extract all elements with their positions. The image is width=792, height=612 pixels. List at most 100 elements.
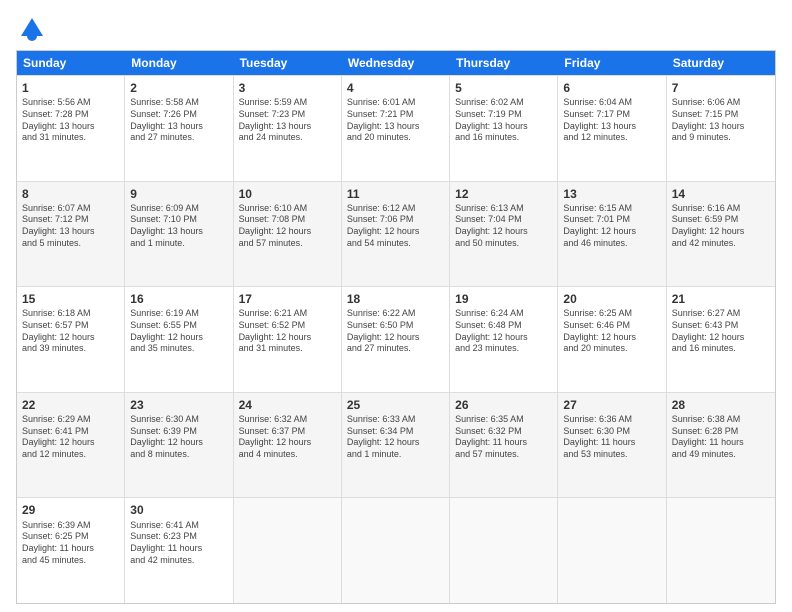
empty-cell <box>558 498 666 603</box>
day-number: 29 <box>22 502 119 518</box>
day-number: 23 <box>130 397 227 413</box>
day-info: Sunrise: 6:07 AM Sunset: 7:12 PM Dayligh… <box>22 203 119 250</box>
day-number: 7 <box>672 80 770 96</box>
day-cell-5: 5Sunrise: 6:02 AM Sunset: 7:19 PM Daylig… <box>450 76 558 181</box>
day-number: 17 <box>239 291 336 307</box>
day-info: Sunrise: 6:06 AM Sunset: 7:15 PM Dayligh… <box>672 97 770 144</box>
calendar-row-2: 15Sunrise: 6:18 AM Sunset: 6:57 PM Dayli… <box>17 286 775 392</box>
day-number: 16 <box>130 291 227 307</box>
day-number: 10 <box>239 186 336 202</box>
day-cell-6: 6Sunrise: 6:04 AM Sunset: 7:17 PM Daylig… <box>558 76 666 181</box>
day-number: 12 <box>455 186 552 202</box>
day-number: 28 <box>672 397 770 413</box>
weekday-header-wednesday: Wednesday <box>342 51 450 75</box>
day-cell-14: 14Sunrise: 6:16 AM Sunset: 6:59 PM Dayli… <box>667 182 775 287</box>
day-info: Sunrise: 6:30 AM Sunset: 6:39 PM Dayligh… <box>130 414 227 461</box>
calendar-row-3: 22Sunrise: 6:29 AM Sunset: 6:41 PM Dayli… <box>17 392 775 498</box>
day-cell-15: 15Sunrise: 6:18 AM Sunset: 6:57 PM Dayli… <box>17 287 125 392</box>
header <box>16 16 776 42</box>
day-number: 18 <box>347 291 444 307</box>
day-info: Sunrise: 6:35 AM Sunset: 6:32 PM Dayligh… <box>455 414 552 461</box>
calendar: SundayMondayTuesdayWednesdayThursdayFrid… <box>16 50 776 604</box>
day-cell-22: 22Sunrise: 6:29 AM Sunset: 6:41 PM Dayli… <box>17 393 125 498</box>
day-cell-30: 30 Sunrise: 6:41 AM Sunset: 6:23 PM Dayli… <box>125 498 233 603</box>
day-cell-18: 18Sunrise: 6:22 AM Sunset: 6:50 PM Dayli… <box>342 287 450 392</box>
day-info: Sunrise: 6:36 AM Sunset: 6:30 PM Dayligh… <box>563 414 660 461</box>
day-number: 4 <box>347 80 444 96</box>
day-number: 22 <box>22 397 119 413</box>
day-number: 24 <box>239 397 336 413</box>
day-number: 5 <box>455 80 552 96</box>
weekday-header-friday: Friday <box>558 51 666 75</box>
day-info: Sunrise: 6:16 AM Sunset: 6:59 PM Dayligh… <box>672 203 770 250</box>
day-info: Sunrise: 5:58 AM Sunset: 7:26 PM Dayligh… <box>130 97 227 144</box>
day-number: 6 <box>563 80 660 96</box>
day-cell-4: 4Sunrise: 6:01 AM Sunset: 7:21 PM Daylig… <box>342 76 450 181</box>
day-number: 19 <box>455 291 552 307</box>
day-cell-21: 21Sunrise: 6:27 AM Sunset: 6:43 PM Dayli… <box>667 287 775 392</box>
day-cell-3: 3Sunrise: 5:59 AM Sunset: 7:23 PM Daylig… <box>234 76 342 181</box>
day-info: Sunrise: 6:21 AM Sunset: 6:52 PM Dayligh… <box>239 308 336 355</box>
day-cell-12: 12Sunrise: 6:13 AM Sunset: 7:04 PM Dayli… <box>450 182 558 287</box>
day-number: 8 <box>22 186 119 202</box>
logo <box>16 16 45 42</box>
day-number: 3 <box>239 80 336 96</box>
day-number: 2 <box>130 80 227 96</box>
day-cell-13: 13Sunrise: 6:15 AM Sunset: 7:01 PM Dayli… <box>558 182 666 287</box>
day-number: 1 <box>22 80 119 96</box>
day-info: Sunrise: 6:27 AM Sunset: 6:43 PM Dayligh… <box>672 308 770 355</box>
calendar-row-4: 29Sunrise: 6:39 AM Sunset: 6:25 PM Dayli… <box>17 497 775 603</box>
day-info: Sunrise: 6:19 AM Sunset: 6:55 PM Dayligh… <box>130 308 227 355</box>
day-info: Sunrise: 6:04 AM Sunset: 7:17 PM Dayligh… <box>563 97 660 144</box>
day-number: 9 <box>130 186 227 202</box>
day-cell-24: 24Sunrise: 6:32 AM Sunset: 6:37 PM Dayli… <box>234 393 342 498</box>
day-info: Sunrise: 6:09 AM Sunset: 7:10 PM Dayligh… <box>130 203 227 250</box>
day-number: 13 <box>563 186 660 202</box>
day-info: Sunrise: 6:22 AM Sunset: 6:50 PM Dayligh… <box>347 308 444 355</box>
calendar-row-1: 8Sunrise: 6:07 AM Sunset: 7:12 PM Daylig… <box>17 181 775 287</box>
day-cell-1: 1Sunrise: 5:56 AM Sunset: 7:28 PM Daylig… <box>17 76 125 181</box>
day-info: Sunrise: 6:02 AM Sunset: 7:19 PM Dayligh… <box>455 97 552 144</box>
weekday-header-saturday: Saturday <box>667 51 775 75</box>
day-info: Sunrise: 6:18 AM Sunset: 6:57 PM Dayligh… <box>22 308 119 355</box>
empty-cell <box>234 498 342 603</box>
calendar-header: SundayMondayTuesdayWednesdayThursdayFrid… <box>17 51 775 75</box>
day-number: 15 <box>22 291 119 307</box>
weekday-header-thursday: Thursday <box>450 51 558 75</box>
day-info: Sunrise: 6:01 AM Sunset: 7:21 PM Dayligh… <box>347 97 444 144</box>
day-number: 26 <box>455 397 552 413</box>
day-cell-11: 11Sunrise: 6:12 AM Sunset: 7:06 PM Dayli… <box>342 182 450 287</box>
day-cell-2: 2Sunrise: 5:58 AM Sunset: 7:26 PM Daylig… <box>125 76 233 181</box>
day-info: Sunrise: 6:33 AM Sunset: 6:34 PM Dayligh… <box>347 414 444 461</box>
day-number: 30 <box>130 502 227 518</box>
day-info: Sunrise: 6:32 AM Sunset: 6:37 PM Dayligh… <box>239 414 336 461</box>
day-cell-10: 10Sunrise: 6:10 AM Sunset: 7:08 PM Dayli… <box>234 182 342 287</box>
day-cell-19: 19Sunrise: 6:24 AM Sunset: 6:48 PM Dayli… <box>450 287 558 392</box>
day-info: Sunrise: 6:10 AM Sunset: 7:08 PM Dayligh… <box>239 203 336 250</box>
day-info: Sunrise: 6:24 AM Sunset: 6:48 PM Dayligh… <box>455 308 552 355</box>
weekday-header-sunday: Sunday <box>17 51 125 75</box>
day-number: 27 <box>563 397 660 413</box>
day-number: 14 <box>672 186 770 202</box>
day-number: 21 <box>672 291 770 307</box>
day-cell-27: 27Sunrise: 6:36 AM Sunset: 6:30 PM Dayli… <box>558 393 666 498</box>
day-cell-17: 17Sunrise: 6:21 AM Sunset: 6:52 PM Dayli… <box>234 287 342 392</box>
day-info: Sunrise: 6:25 AM Sunset: 6:46 PM Dayligh… <box>563 308 660 355</box>
day-info: Sunrise: 6:41 AM Sunset: 6:23 PM Dayligh… <box>130 520 227 567</box>
logo-icon <box>19 16 45 42</box>
day-cell-7: 7Sunrise: 6:06 AM Sunset: 7:15 PM Daylig… <box>667 76 775 181</box>
day-info: Sunrise: 6:12 AM Sunset: 7:06 PM Dayligh… <box>347 203 444 250</box>
empty-cell <box>667 498 775 603</box>
day-cell-25: 25Sunrise: 6:33 AM Sunset: 6:34 PM Dayli… <box>342 393 450 498</box>
day-cell-29: 29Sunrise: 6:39 AM Sunset: 6:25 PM Dayli… <box>17 498 125 603</box>
day-cell-16: 16Sunrise: 6:19 AM Sunset: 6:55 PM Dayli… <box>125 287 233 392</box>
day-number: 11 <box>347 186 444 202</box>
day-cell-26: 26Sunrise: 6:35 AM Sunset: 6:32 PM Dayli… <box>450 393 558 498</box>
day-info: Sunrise: 6:13 AM Sunset: 7:04 PM Dayligh… <box>455 203 552 250</box>
day-info: Sunrise: 6:15 AM Sunset: 7:01 PM Dayligh… <box>563 203 660 250</box>
page: SundayMondayTuesdayWednesdayThursdayFrid… <box>0 0 792 612</box>
day-info: Sunrise: 6:29 AM Sunset: 6:41 PM Dayligh… <box>22 414 119 461</box>
empty-cell <box>342 498 450 603</box>
empty-cell <box>450 498 558 603</box>
day-number: 25 <box>347 397 444 413</box>
